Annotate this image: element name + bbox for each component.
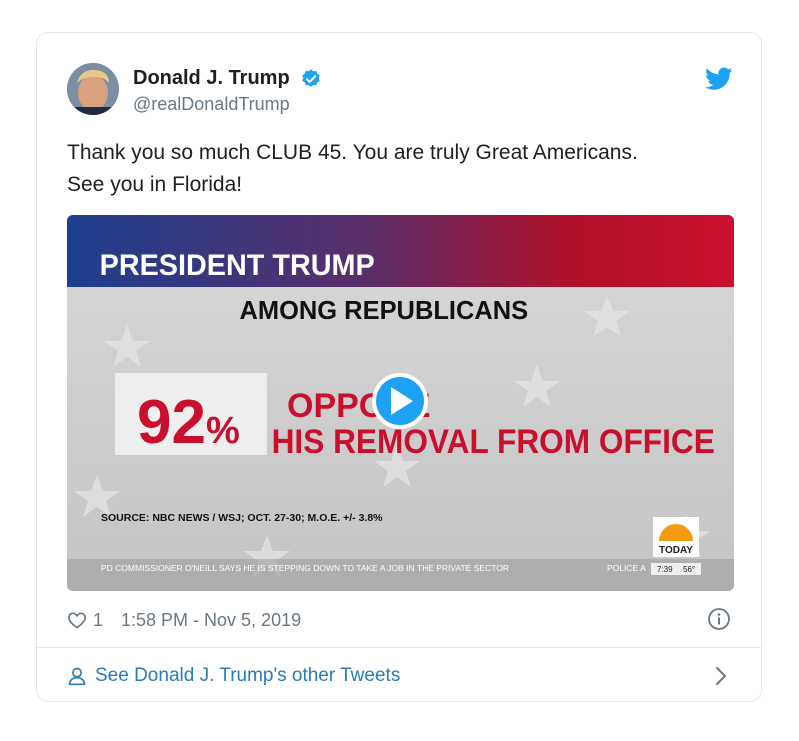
clock-text: 7:39 (657, 565, 673, 574)
embedded-tweet-card: Donald J. Trump @realDonaldTrump Thank y… (36, 32, 762, 702)
stat-line-b: HIS REMOVAL FROM OFFICE (272, 422, 715, 460)
banner-title: PRESIDENT TRUMP (100, 248, 375, 282)
tweet-meta: 1 1:58 PM - Nov 5, 2019 (67, 607, 301, 633)
divider (37, 647, 761, 648)
network-logo-text: TODAY (659, 545, 693, 556)
like-count[interactable]: 1 (93, 610, 103, 631)
tweet-text: Thank you so much CLUB 45. You are truly… (67, 137, 727, 201)
percent-number: 92 (137, 388, 206, 457)
tweet-timestamp[interactable]: 1:58 PM - Nov 5, 2019 (121, 610, 301, 631)
twitter-bird-icon[interactable] (705, 67, 733, 91)
tweet-text-line-1: Thank you so much CLUB 45. You are truly… (67, 141, 638, 164)
person-icon (68, 667, 86, 686)
display-name[interactable]: Donald J. Trump (133, 67, 290, 90)
source-note: SOURCE: NBC NEWS / WSJ; OCT. 27-30; M.O.… (101, 512, 383, 524)
tweet-text-line-2: See you in Florida! (67, 173, 243, 196)
temperature-text: 56° (683, 565, 695, 574)
banner-subtitle: AMONG REPUBLICANS (239, 297, 528, 325)
video-media[interactable]: PRESIDENT TRUMP AMONG REPUBLICANS 92% OP… (67, 215, 734, 591)
ticker-tail: POLICE A (607, 563, 646, 573)
author-block[interactable]: Donald J. Trump @realDonaldTrump (133, 67, 322, 115)
handle[interactable]: @realDonaldTrump (133, 94, 322, 115)
ticker-text: PD COMMISSIONER O'NEILL SAYS HE IS STEPP… (101, 563, 509, 573)
chevron-right-icon[interactable] (711, 665, 731, 687)
avatar[interactable] (67, 63, 119, 115)
heart-icon[interactable] (67, 610, 87, 630)
other-tweets-label[interactable]: See Donald J. Trump's other Tweets (95, 665, 400, 687)
verified-badge-icon (302, 68, 320, 87)
other-tweets-link[interactable]: See Donald J. Trump's other Tweets (67, 661, 731, 691)
info-icon[interactable] (707, 607, 731, 631)
percent-sign: % (206, 410, 240, 452)
play-button[interactable] (372, 373, 428, 429)
